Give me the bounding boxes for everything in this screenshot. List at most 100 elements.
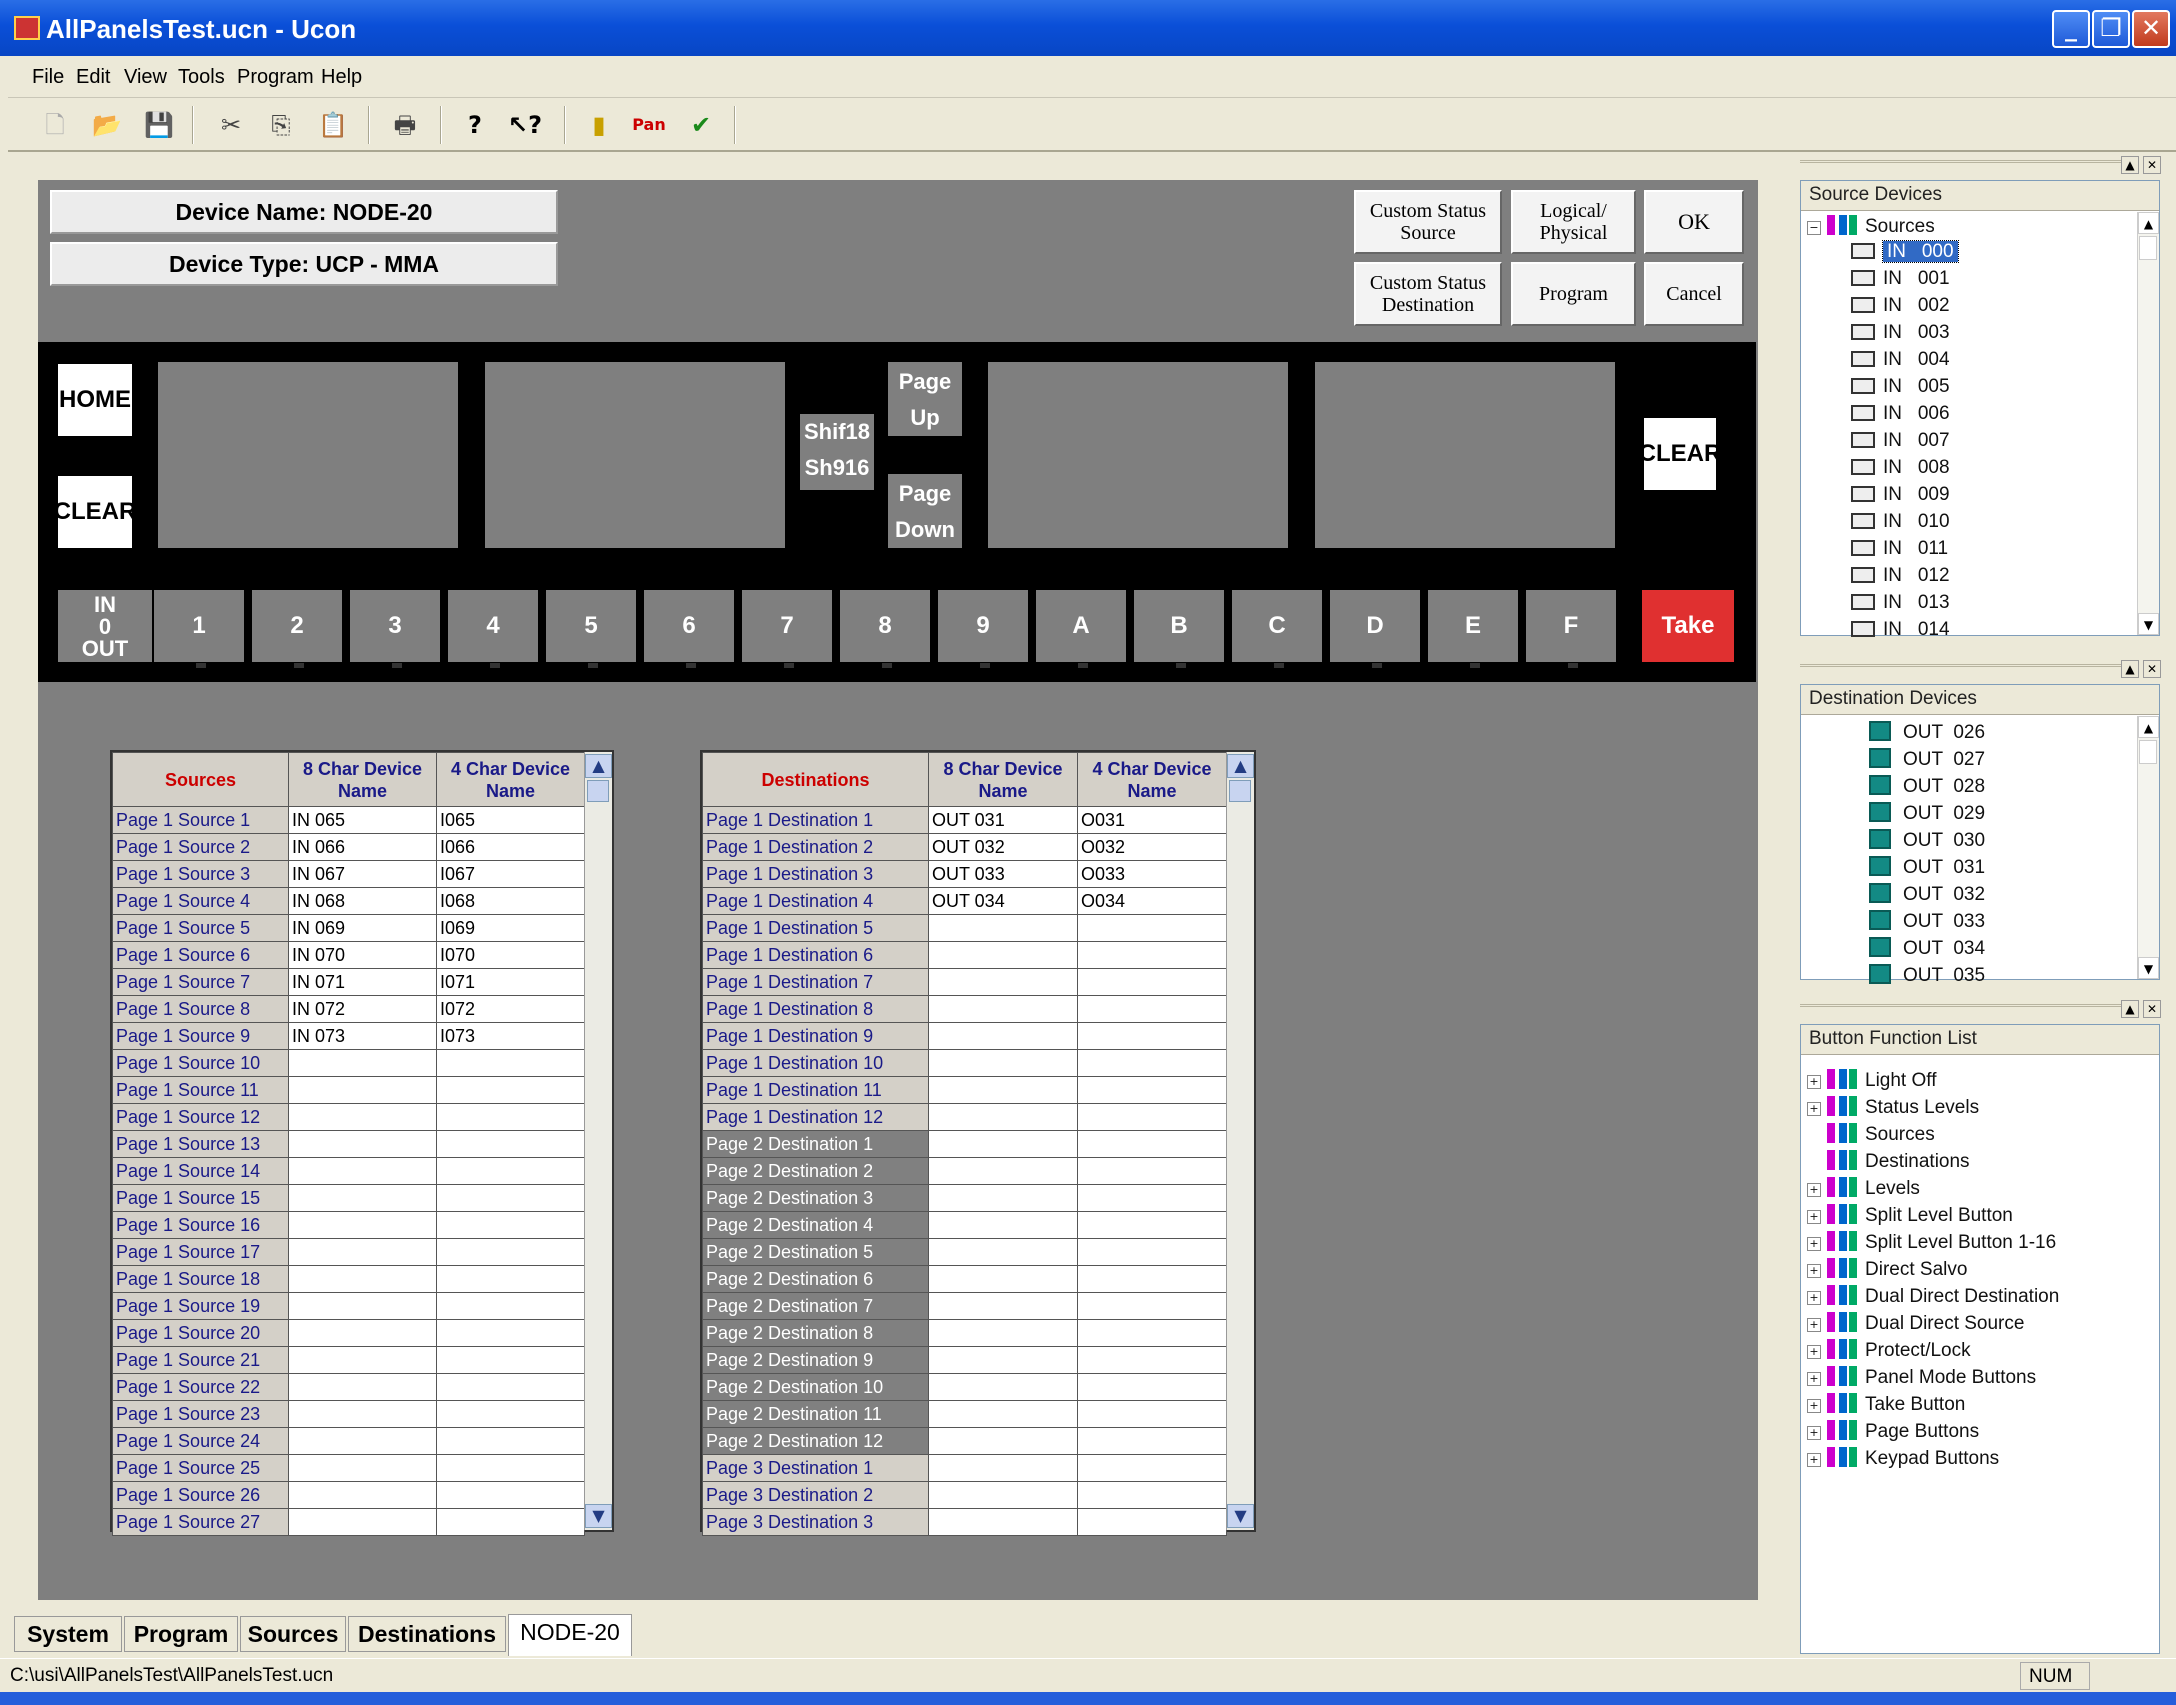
scroll-thumb[interactable] [2139,740,2157,764]
source-4char-cell[interactable] [436,1373,585,1401]
button-function-item[interactable]: + Protect/Lock [1807,1339,1971,1362]
table-row[interactable]: Page 2 Destination 9 [702,1346,1227,1374]
scroll-down-icon[interactable]: ▼ [2138,613,2159,635]
table-row[interactable]: Page 1 Source 23 [112,1400,585,1428]
scroll-up-icon[interactable]: ▲ [1227,754,1254,778]
expand-icon[interactable]: + [1807,1237,1821,1251]
destination-4char-cell[interactable] [1077,1400,1227,1428]
table-row[interactable]: Page 1 Destination 1 OUT 031 O031 [702,806,1227,834]
source-device-item[interactable]: IN 006 [1851,403,1950,425]
key-3[interactable]: 3 [350,590,442,668]
source-8char-cell[interactable] [288,1373,437,1401]
source-4char-cell[interactable] [436,1265,585,1293]
table-row[interactable]: Page 1 Source 17 [112,1238,585,1266]
dock-close-icon[interactable]: ✕ [2143,156,2161,174]
tab-system[interactable]: System [14,1616,122,1652]
destination-4char-cell[interactable] [1077,1211,1227,1239]
table-row[interactable]: Page 1 Source 20 [112,1319,585,1347]
destinations-scrollbar[interactable]: ▲ ▼ [1226,752,1254,1530]
logical-physical-button[interactable]: Logical/ Physical [1511,190,1636,254]
source-4char-cell[interactable] [436,1427,585,1455]
destination-4char-cell[interactable] [1077,1319,1227,1347]
key-c[interactable]: C [1232,590,1324,668]
upload-icon[interactable]: ▮ [582,108,616,142]
dock-grip[interactable] [1800,1004,2130,1016]
table-row[interactable]: Page 1 Destination 9 [702,1022,1227,1050]
table-row[interactable]: Page 1 Source 10 [112,1049,585,1077]
source-8char-cell[interactable] [288,1238,437,1266]
table-row[interactable]: Page 1 Destination 10 [702,1049,1227,1077]
table-row[interactable]: Page 1 Source 18 [112,1265,585,1293]
destination-device-item[interactable]: OUT 034 [1869,937,1985,960]
source-8char-cell[interactable] [288,1103,437,1131]
source-4char-cell[interactable]: I071 [436,968,585,996]
scroll-down-icon[interactable]: ▼ [585,1504,612,1528]
dock-close-icon[interactable]: ✕ [2143,660,2161,678]
source-device-item[interactable]: IN 013 [1851,592,1950,614]
destination-device-item[interactable]: OUT 035 [1869,964,1985,987]
table-row[interactable]: Page 1 Source 2 IN 066 I066 [112,833,585,861]
maximize-button[interactable]: ❐ [2092,10,2130,48]
cut-icon[interactable]: ✂ [214,108,248,142]
source-8char-cell[interactable] [288,1184,437,1212]
source-8char-cell[interactable] [288,1427,437,1455]
destination-4char-cell[interactable]: O034 [1077,887,1227,915]
destination-8char-cell[interactable] [928,1319,1078,1347]
page-up-button[interactable]: Page Up [888,362,962,436]
destination-4char-cell[interactable] [1077,1292,1227,1320]
expand-icon[interactable]: + [1807,1183,1821,1197]
table-row[interactable]: Page 1 Source 27 [112,1508,585,1536]
table-row[interactable]: Page 1 Destination 6 [702,941,1227,969]
menu-tools[interactable]: Tools [178,66,225,89]
expand-icon[interactable]: + [1807,1372,1821,1386]
table-row[interactable]: Page 1 Destination 8 [702,995,1227,1023]
source-8char-cell[interactable]: IN 068 [288,887,437,915]
help-icon[interactable]: ? [458,108,492,142]
scroll-down-icon[interactable]: ▼ [2138,957,2159,979]
source-device-item[interactable]: IN 000 [1851,240,1959,263]
source-4char-cell[interactable]: I068 [436,887,585,915]
table-row[interactable]: Page 1 Source 19 [112,1292,585,1320]
source-4char-cell[interactable]: I073 [436,1022,585,1050]
destination-4char-cell[interactable] [1077,1184,1227,1212]
table-row[interactable]: Page 1 Source 21 [112,1346,585,1374]
take-button[interactable]: Take [1642,590,1734,662]
source-8char-cell[interactable]: IN 072 [288,995,437,1023]
destination-4char-cell[interactable] [1077,1076,1227,1104]
button-function-item[interactable]: + Take Button [1807,1393,1965,1416]
button-function-item[interactable]: + Split Level Button 1-16 [1807,1231,2056,1254]
scroll-up-icon[interactable]: ▲ [2138,716,2159,738]
destination-8char-cell[interactable] [928,1400,1078,1428]
button-function-item[interactable]: + Dual Direct Destination [1807,1285,2059,1308]
dock-expand-icon[interactable]: ▲ [2121,660,2139,678]
table-row[interactable]: Page 2 Destination 6 [702,1265,1227,1293]
source-device-item[interactable]: IN 008 [1851,457,1950,479]
destination-8char-cell[interactable] [928,1211,1078,1239]
table-row[interactable]: Page 2 Destination 5 [702,1238,1227,1266]
source-4char-cell[interactable]: I067 [436,860,585,888]
source-device-item[interactable]: IN 004 [1851,349,1950,371]
context-help-icon[interactable]: ↖? [508,108,542,142]
button-function-item[interactable]: + Direct Salvo [1807,1258,1967,1281]
table-row[interactable]: Page 1 Source 12 [112,1103,585,1131]
destination-4char-cell[interactable] [1077,1049,1227,1077]
source-8char-cell[interactable] [288,1319,437,1347]
button-function-item[interactable]: + Page Buttons [1807,1420,1979,1443]
destination-4char-cell[interactable] [1077,1373,1227,1401]
table-row[interactable]: Page 1 Source 22 [112,1373,585,1401]
clear-left-button[interactable]: CLEAR [54,476,136,548]
expand-icon[interactable]: + [1807,1264,1821,1278]
button-function-item[interactable]: + Dual Direct Source [1807,1312,2024,1335]
menu-file[interactable]: File [32,66,64,89]
table-row[interactable]: Page 1 Destination 5 [702,914,1227,942]
key-6[interactable]: 6 [644,590,736,668]
source-4char-cell[interactable] [436,1184,585,1212]
button-function-item[interactable]: + Split Level Button [1807,1204,2013,1227]
copy-icon[interactable]: ⎘ [264,108,298,142]
destination-8char-cell[interactable] [928,1346,1078,1374]
source-8char-cell[interactable] [288,1346,437,1374]
expand-icon[interactable]: + [1807,1453,1821,1467]
source-8char-cell[interactable]: IN 065 [288,806,437,834]
custom-status-destination-button[interactable]: Custom Status Destination [1354,262,1502,326]
source-4char-cell[interactable] [436,1211,585,1239]
